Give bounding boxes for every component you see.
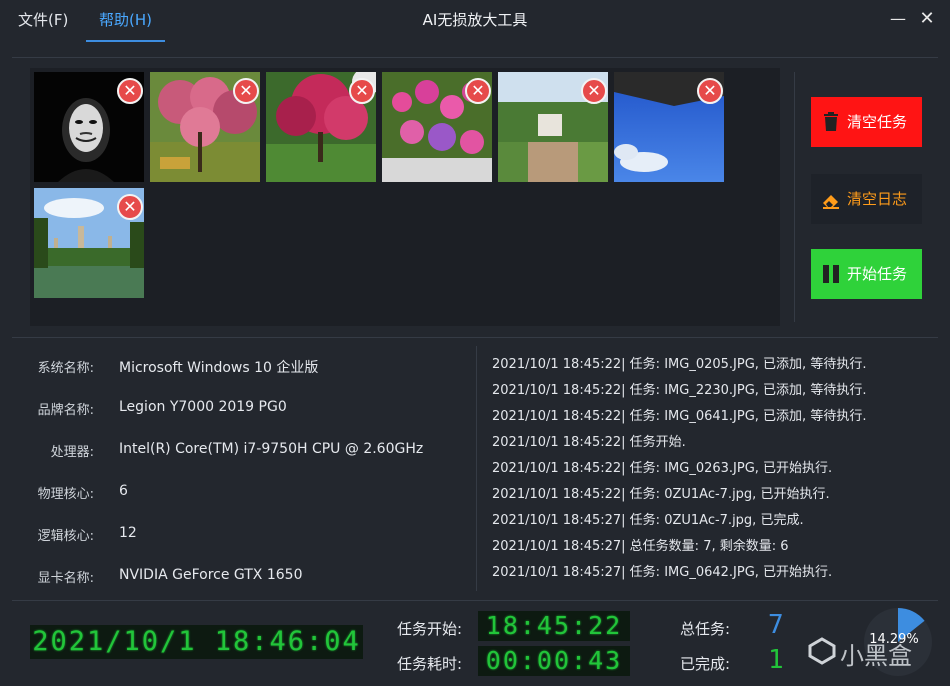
task-start-time: 18:45:22 (478, 611, 630, 641)
info-label: 逻辑核心: (37, 529, 94, 544)
eraser-icon (823, 195, 839, 209)
pause-icon (823, 265, 839, 283)
log-line: 2021/10/1 18:45:22| 任务: 0ZU1Ac-7.jpg, 已开… (492, 487, 830, 502)
start-tasks-label: 开始任务 (847, 265, 908, 283)
thumbnail-blossom-tree[interactable]: ✕ (150, 72, 260, 182)
thumbnail-pagoda-lake[interactable]: ✕ (34, 188, 144, 298)
thumbnail-blue-sky[interactable]: ✕ (614, 72, 724, 182)
current-time-display: 2021/10/1 18:46:04 (30, 625, 363, 659)
thumbnail-red-maple[interactable]: ✕ (266, 72, 376, 182)
thumbnail-park-path[interactable]: ✕ (498, 72, 608, 182)
task-gallery[interactable]: ✕ ✕ ✕ ✕ ✕ ✕ ✕ (30, 68, 780, 326)
divider (12, 337, 938, 338)
menu-file[interactable]: 文件(F) (18, 0, 68, 42)
menu-help[interactable]: 帮助(H) (86, 0, 165, 42)
divider (12, 57, 938, 58)
info-label: 系统名称: (37, 361, 94, 376)
log-line: 2021/10/1 18:45:22| 任务: IMG_0641.JPG, 已添… (492, 409, 867, 424)
log-line: 2021/10/1 18:45:27| 任务: IMG_0642.JPG, 已开… (492, 565, 833, 580)
minimize-button[interactable]: — (889, 10, 907, 28)
remove-thumbnail-button[interactable]: ✕ (117, 78, 143, 104)
info-value: 12 (119, 525, 137, 541)
remove-thumbnail-button[interactable]: ✕ (117, 194, 143, 220)
total-tasks-label: 总任务: (680, 620, 731, 638)
info-label: 物理核心: (37, 487, 94, 502)
start-tasks-button[interactable]: 开始任务 (811, 249, 922, 299)
task-elapsed-label: 任务耗时: (397, 655, 463, 673)
completed-tasks-value: 1 (768, 645, 784, 675)
thumbnail-mask[interactable]: ✕ (34, 72, 144, 182)
log-line: 2021/10/1 18:45:22| 任务: IMG_0205.JPG, 已添… (492, 357, 867, 372)
log-line: 2021/10/1 18:45:27| 任务: 0ZU1Ac-7.jpg, 已完… (492, 513, 804, 528)
clear-tasks-button[interactable]: 清空任务 (811, 97, 922, 147)
divider (12, 600, 938, 601)
progress-percent: 14.29% (869, 632, 919, 647)
info-value: NVIDIA GeForce GTX 1650 (119, 567, 303, 583)
log-line: 2021/10/1 18:45:27| 总任务数量: 7, 剩余数量: 6 (492, 539, 789, 554)
remove-thumbnail-button[interactable]: ✕ (581, 78, 607, 104)
clear-log-button[interactable]: 清空日志 (811, 174, 922, 224)
info-label: 显卡名称: (37, 571, 94, 586)
clear-tasks-label: 清空任务 (847, 113, 908, 131)
info-value: Intel(R) Core(TM) i7-9750H CPU @ 2.60GHz (119, 441, 424, 457)
task-elapsed-time: 00:00:43 (478, 646, 630, 676)
divider (476, 346, 477, 591)
clear-log-label: 清空日志 (847, 190, 908, 208)
title-bar: 文件(F) 帮助(H) AI无损放大工具 — ✕ (0, 0, 950, 42)
divider (794, 72, 795, 322)
log-line: 2021/10/1 18:45:22| 任务: IMG_0263.JPG, 已开… (492, 461, 833, 476)
log-line: 2021/10/1 18:45:22| 任务: IMG_2230.JPG, 已添… (492, 383, 867, 398)
info-value: 6 (119, 483, 128, 499)
completed-tasks-label: 已完成: (680, 655, 731, 673)
log-line: 2021/10/1 18:45:22| 任务开始. (492, 435, 686, 450)
task-start-label: 任务开始: (397, 620, 463, 638)
thumbnail-pink-flowers[interactable]: ✕ (382, 72, 492, 182)
close-button[interactable]: ✕ (918, 10, 936, 28)
remove-thumbnail-button[interactable]: ✕ (697, 78, 723, 104)
watermark-logo-icon (808, 637, 836, 665)
info-value: Microsoft Windows 10 企业版 (119, 360, 319, 376)
remove-thumbnail-button[interactable]: ✕ (349, 78, 375, 104)
total-tasks-value: 7 (768, 610, 784, 640)
remove-thumbnail-button[interactable]: ✕ (465, 78, 491, 104)
trash-icon (824, 112, 838, 131)
remove-thumbnail-button[interactable]: ✕ (233, 78, 259, 104)
info-value: Legion Y7000 2019 PG0 (119, 399, 287, 415)
info-label: 品牌名称: (37, 403, 94, 418)
info-label: 处理器: (50, 445, 94, 460)
